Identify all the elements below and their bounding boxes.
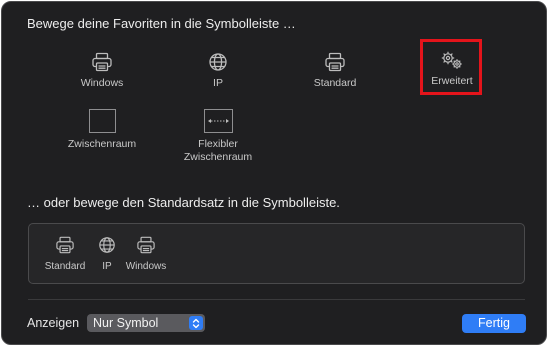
- customize-toolbar-sheet: Bewege deine Favoriten in die Symbolleis…: [1, 1, 547, 345]
- toolbar-item-space[interactable]: Zwischenraum: [62, 109, 142, 151]
- toolbar-item-label: IP: [213, 77, 223, 89]
- toolbar-item-label: Zwischenraum: [67, 138, 137, 150]
- printer-icon: [91, 52, 113, 72]
- toolbar-item-ip[interactable]: IP: [198, 52, 238, 90]
- default-set-item-label: Windows: [125, 261, 167, 272]
- default-set-item-standard: Standard: [42, 236, 88, 273]
- space-icon: [88, 109, 116, 133]
- favorites-heading: Bewege deine Favoriten in die Symbolleis…: [27, 16, 296, 31]
- printer-icon: [136, 236, 156, 258]
- default-set-item-label: Standard: [44, 261, 86, 272]
- globe-icon: [208, 52, 228, 72]
- divider: [28, 299, 525, 300]
- default-set-item-windows: Windows: [123, 236, 169, 273]
- default-set-item-ip: IP: [94, 236, 120, 273]
- toolbar-item-standard[interactable]: Standard: [307, 52, 363, 90]
- default-set-item-label: IP: [102, 261, 112, 272]
- toolbar-item-label: Standard: [313, 77, 357, 89]
- toolbar-item-label: Windows: [80, 77, 124, 89]
- default-toolbar-set[interactable]: Standard IP Windows: [28, 223, 525, 284]
- globe-icon: [98, 236, 116, 258]
- show-label: Anzeigen: [27, 316, 80, 330]
- chevron-up-down-icon: [189, 316, 203, 330]
- show-mode-value: Nur Symbol: [93, 316, 159, 330]
- toolbar-item-label: Flexibler Zwischenraum: [183, 138, 253, 163]
- toolbar-item-flexible-space[interactable]: Flexibler Zwischenraum: [178, 109, 258, 164]
- show-mode-select[interactable]: Nur Symbol: [87, 314, 205, 332]
- toolbar-item-windows[interactable]: Windows: [74, 52, 130, 90]
- highlight-annotation-box: [420, 39, 482, 95]
- default-set-heading: … oder bewege den Standardsatz in die Sy…: [27, 195, 340, 210]
- printer-icon: [324, 52, 346, 72]
- printer-icon: [55, 236, 75, 258]
- flexible-space-icon: [203, 109, 233, 133]
- done-button[interactable]: Fertig: [462, 314, 526, 333]
